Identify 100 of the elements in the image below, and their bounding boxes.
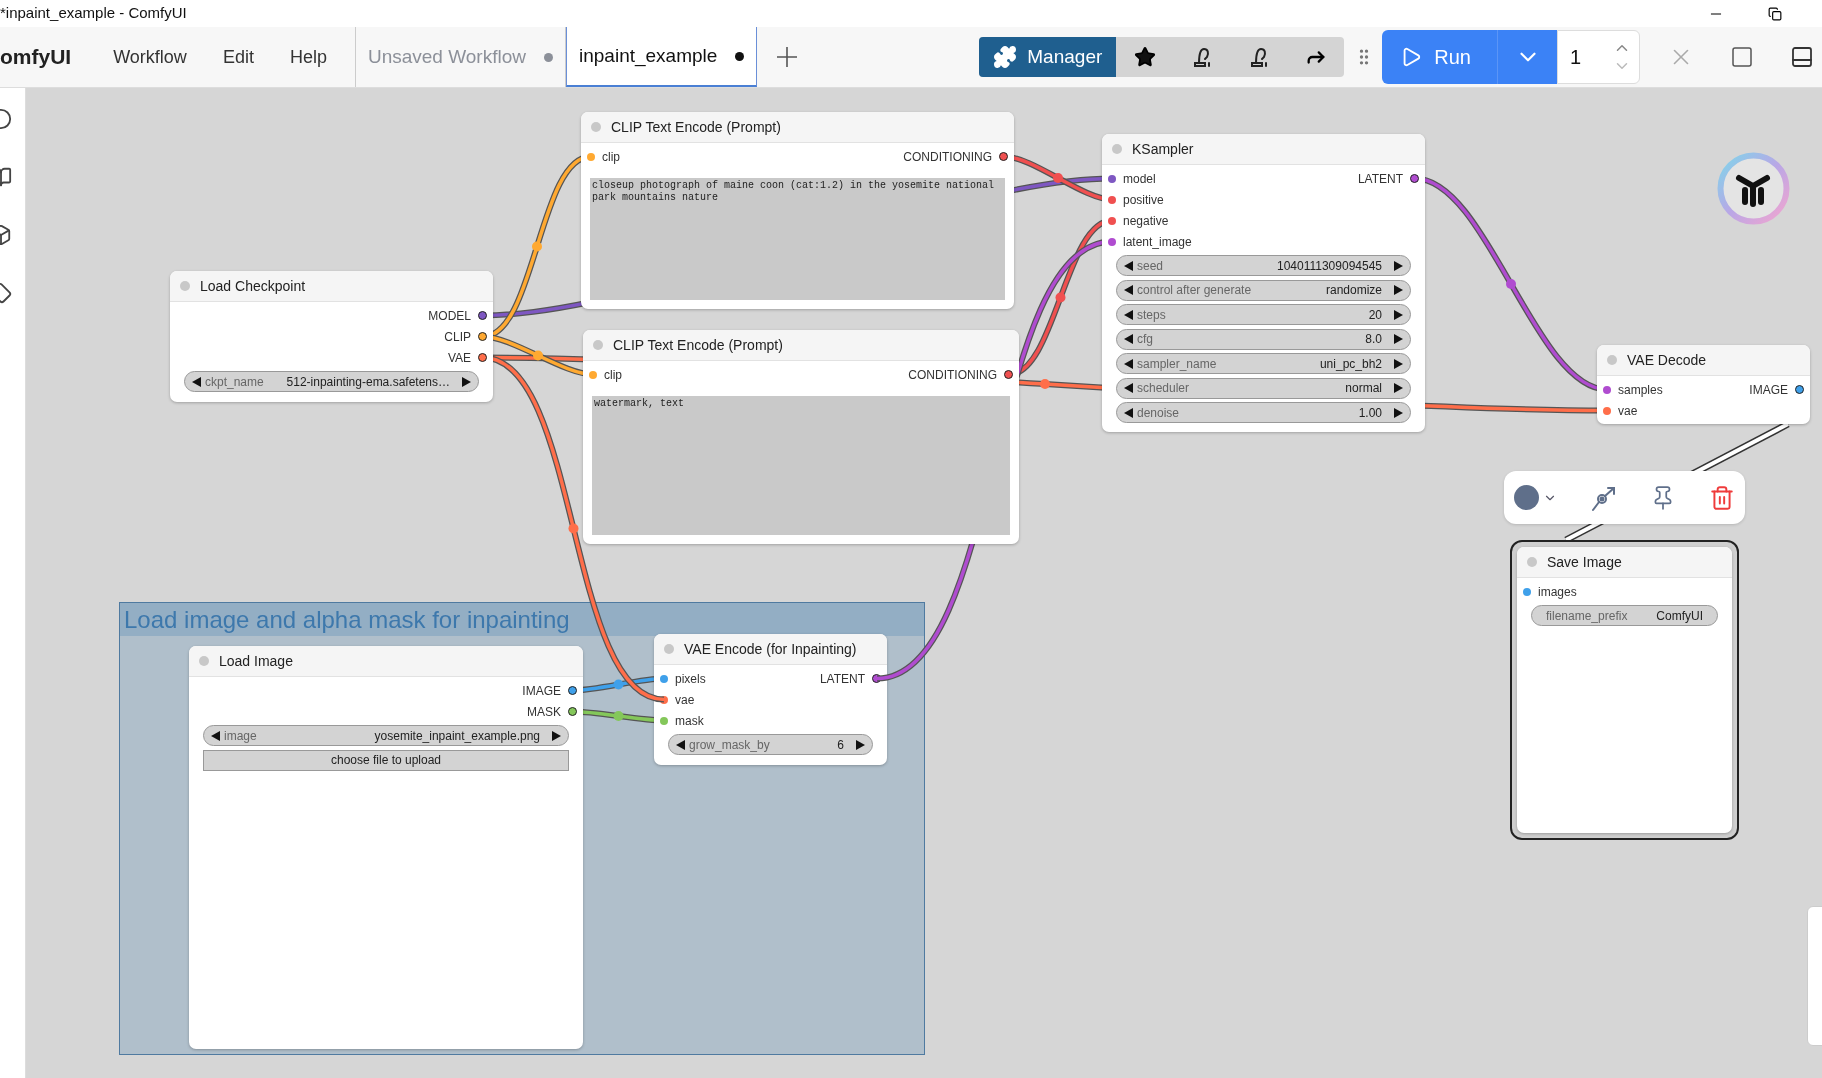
- node-card[interactable]: VAE Decode samples IMAGE vae: [1597, 345, 1810, 424]
- upload-button[interactable]: choose file to upload: [203, 749, 569, 771]
- menu-item[interactable]: Help: [277, 37, 339, 77]
- square-icon[interactable]: [1730, 45, 1754, 69]
- app-name: omfyUI: [0, 44, 72, 71]
- input-label: images: [1538, 583, 1577, 601]
- node-card[interactable]: KSampler model LATENT positive negative latent_image seed 1040111309094545 control after generate randomize steps 20 cfg 8.0 sampler_name uni_pc_bh2 scheduler normal denoise 1.00: [1102, 134, 1425, 432]
- input-label: model: [1123, 170, 1156, 188]
- input-label: mask: [675, 712, 704, 730]
- combo-widget[interactable]: control after generate randomize: [1116, 279, 1411, 301]
- node-title: KSampler: [1132, 139, 1194, 159]
- input-label: pixels: [675, 670, 706, 688]
- delete-icon[interactable]: [1708, 484, 1735, 511]
- node-card[interactable]: CLIP Text Encode (Prompt) clip CONDITIONING watermark, text: [583, 330, 1019, 544]
- color-swatch-icon: [1514, 485, 1539, 510]
- node-card[interactable]: Load Checkpoint MODEL CLIP VAE ckpt_name 512-inpainting-ema.safetens…: [170, 271, 493, 402]
- arrow-left-icon[interactable]: [1124, 358, 1133, 369]
- output-label: MODEL: [428, 307, 471, 325]
- combo-widget[interactable]: scheduler normal: [1116, 377, 1411, 399]
- output-label: LATENT: [1357, 170, 1403, 188]
- puzzle-icon: [993, 45, 1018, 69]
- group-title: Load image and alpha mask for inpainting: [124, 604, 570, 635]
- output-label: LATENT: [819, 670, 865, 688]
- number-widget[interactable]: steps 20: [1116, 304, 1411, 325]
- star-icon: [1133, 46, 1156, 68]
- input-label: negative: [1123, 212, 1169, 230]
- arrow-left-icon[interactable]: [1124, 285, 1133, 295]
- node-header[interactable]: Save Image: [1517, 547, 1732, 578]
- arrow-right-icon[interactable]: [856, 739, 865, 750]
- combo-widget[interactable]: ckpt_name 512-inpainting-ema.safetens…: [184, 371, 479, 392]
- arrow-left-icon[interactable]: [192, 376, 201, 387]
- node-header[interactable]: KSampler: [1102, 134, 1425, 165]
- workflow-tab[interactable]: inpaint_example: [566, 27, 758, 87]
- node-title: Load Checkpoint: [200, 276, 306, 296]
- output-label: CONDITIONING: [908, 366, 997, 384]
- arrow-right-icon[interactable]: [1394, 407, 1403, 418]
- arrow-left-icon[interactable]: [1124, 260, 1133, 271]
- node-card[interactable]: Load Image IMAGE MASK image yosemite_inpaint_example.png choose file to upload: [189, 646, 583, 1049]
- output-label: IMAGE: [522, 682, 561, 700]
- bottom-panel-icon[interactable]: [1790, 45, 1814, 69]
- arrow-right-icon[interactable]: [1394, 285, 1403, 295]
- arrow-right-icon[interactable]: [1394, 358, 1403, 369]
- combo-widget[interactable]: sampler_name uni_pc_bh2: [1116, 353, 1411, 374]
- arrow-right-icon[interactable]: [462, 376, 471, 387]
- arrow-left-icon[interactable]: [211, 730, 220, 741]
- arrow-left-icon[interactable]: [1124, 334, 1133, 344]
- node-header[interactable]: CLIP Text Encode (Prompt): [583, 330, 1019, 361]
- arrow-left-icon[interactable]: [676, 739, 685, 750]
- number-widget[interactable]: grow_mask_by 6: [668, 734, 873, 755]
- arrow-right-icon[interactable]: [1394, 383, 1403, 393]
- text-widget[interactable]: filename_prefix ComfyUI: [1531, 605, 1718, 626]
- arrow-right-icon[interactable]: [1394, 309, 1403, 320]
- node-group[interactable]: Load image and alpha mask for inpainting Load Image IMAGE MASK image yosemite_inpaint_example.png choose file to upload VAE Encode (for Inpainting) pixels LATENT vae mask grow_mask_by 6: [119, 602, 925, 1055]
- input-label: clip: [602, 148, 620, 166]
- node-card[interactable]: VAE Encode (for Inpainting) pixels LATENT vae mask grow_mask_by 6: [654, 634, 887, 765]
- number-widget[interactable]: seed 1040111309094545: [1116, 255, 1411, 276]
- node-title: CLIP Text Encode (Prompt): [611, 117, 781, 137]
- input-label: vae: [675, 691, 695, 709]
- color-picker-button[interactable]: [1514, 485, 1557, 510]
- menu-item[interactable]: Edit: [210, 37, 266, 77]
- arrow-right-icon[interactable]: [1394, 334, 1403, 344]
- restore-icon[interactable]: [1768, 6, 1782, 21]
- input-label: samples: [1618, 381, 1663, 399]
- node-card[interactable]: Save Image images filename_prefix ComfyUI: [1510, 540, 1739, 840]
- input-label: vae: [1618, 402, 1638, 420]
- output-label: CONDITIONING: [903, 148, 992, 166]
- arrow-left-icon[interactable]: [1124, 309, 1133, 320]
- input-label: positive: [1123, 191, 1164, 209]
- arrow-left-icon[interactable]: [1124, 383, 1133, 393]
- node-title: Save Image: [1547, 552, 1622, 572]
- window-title: *inpaint_example - ComfyUI: [0, 3, 187, 24]
- arrow-right-icon[interactable]: [1394, 260, 1403, 271]
- node-title: Load Image: [219, 651, 293, 671]
- number-widget[interactable]: denoise 1.00: [1116, 402, 1411, 423]
- node-card[interactable]: CLIP Text Encode (Prompt) clip CONDITIONING closeup photograph of maine coon (cat:1.2) in the yosemite national park mountains nature: [581, 112, 1014, 309]
- node-header[interactable]: CLIP Text Encode (Prompt): [581, 112, 1014, 143]
- node-title: CLIP Text Encode (Prompt): [613, 335, 783, 355]
- output-label: MASK: [527, 703, 561, 721]
- number-widget[interactable]: cfg 8.0: [1116, 328, 1411, 350]
- node-header[interactable]: Load Image: [189, 646, 583, 677]
- input-label: clip: [604, 366, 622, 384]
- output-label: IMAGE: [1749, 381, 1788, 399]
- prompt-textarea[interactable]: watermark, text: [592, 396, 1010, 535]
- combo-widget[interactable]: image yosemite_inpaint_example.png: [203, 725, 569, 746]
- menu-item[interactable]: Workflow: [101, 37, 199, 77]
- output-label: CLIP: [444, 328, 471, 346]
- node-header[interactable]: VAE Decode: [1597, 345, 1810, 376]
- node-header[interactable]: Load Checkpoint: [170, 271, 493, 302]
- output-label: VAE: [447, 349, 471, 367]
- node-title: VAE Encode (for Inpainting): [684, 639, 857, 659]
- arrow-left-icon[interactable]: [1124, 407, 1133, 418]
- node-header[interactable]: VAE Encode (for Inpainting): [654, 634, 887, 665]
- input-label: latent_image: [1123, 233, 1192, 251]
- batch-count-field[interactable]: 1: [1557, 30, 1640, 84]
- manager-button[interactable]: Manager: [979, 37, 1117, 77]
- plus-icon: [775, 45, 800, 69]
- run-button[interactable]: Run: [1382, 30, 1497, 84]
- node-title: VAE Decode: [1627, 350, 1707, 370]
- arrow-right-icon[interactable]: [552, 730, 561, 741]
- prompt-textarea[interactable]: closeup photograph of maine coon (cat:1.2) in the yosemite national park mountains nature: [590, 178, 1005, 300]
